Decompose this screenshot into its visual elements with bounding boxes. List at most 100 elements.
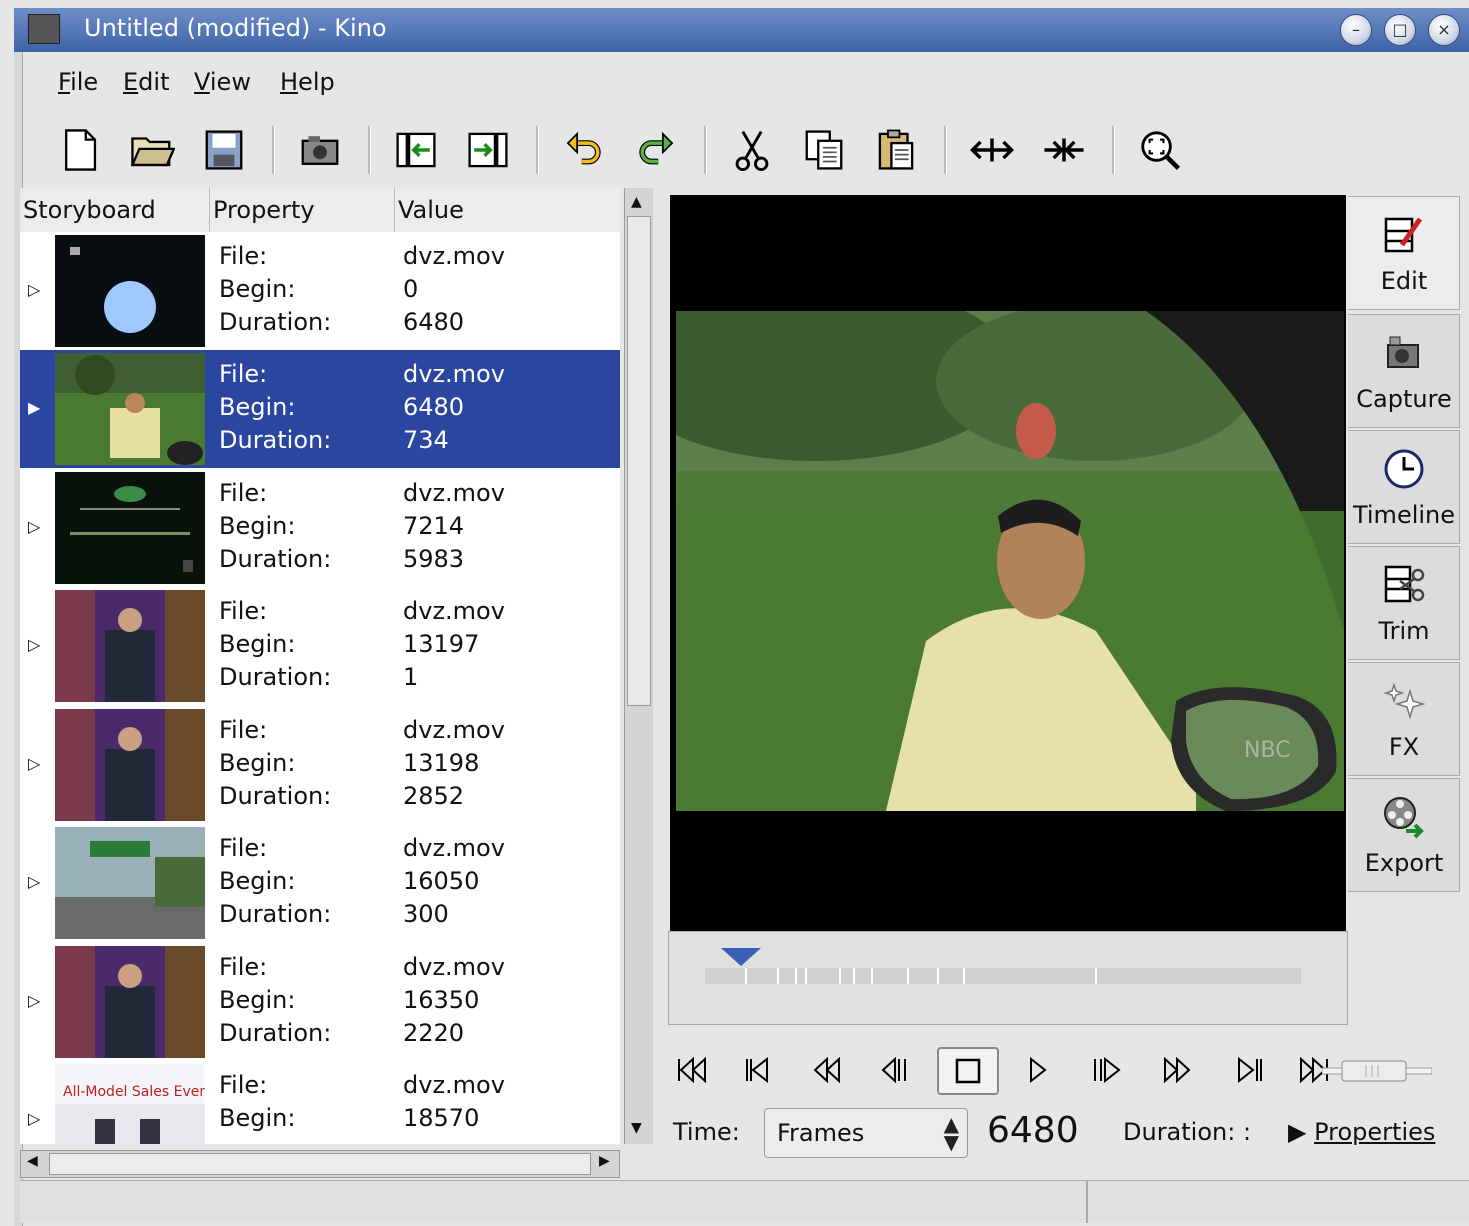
app-icon[interactable] xyxy=(28,14,60,44)
storyboard-row[interactable]: ▷ File: dvz.mov Begin: 13198 Duration: 2… xyxy=(20,706,620,824)
tab-capture[interactable]: Capture xyxy=(1348,314,1460,428)
property-label: File: xyxy=(219,360,268,388)
tab-trim[interactable]: Trim xyxy=(1348,546,1460,660)
expander-icon[interactable]: ▷ xyxy=(28,280,40,299)
tab-edit[interactable]: Edit xyxy=(1348,196,1460,310)
clock-icon xyxy=(1384,449,1424,489)
storyboard-horizontal-scrollbar[interactable]: ◀ ▶ xyxy=(20,1150,620,1178)
tab-timeline[interactable]: Timeline xyxy=(1348,430,1460,544)
property-label: Begin: xyxy=(219,1104,296,1132)
tab-label: Edit xyxy=(1380,267,1428,295)
expander-icon[interactable]: ▶ xyxy=(28,398,40,417)
prev-scene-icon[interactable] xyxy=(734,1048,782,1092)
toolbar-separator xyxy=(272,126,275,174)
scrollbar-thumb[interactable] xyxy=(627,216,651,706)
next-scene-icon[interactable] xyxy=(1226,1048,1274,1092)
property-label: Duration: xyxy=(219,782,332,810)
toolbar xyxy=(22,110,1469,188)
redo-icon[interactable] xyxy=(628,122,684,178)
duration-value: 6480 xyxy=(403,308,465,336)
scene-thumbnail xyxy=(55,590,205,702)
begin-value: 16350 xyxy=(403,986,480,1014)
zoom-fit-icon[interactable] xyxy=(1132,122,1188,178)
storyboard-row[interactable]: ▷ File: dvz.mov Begin: 16050 Duration: 3… xyxy=(20,824,620,942)
expander-icon[interactable]: ▷ xyxy=(28,991,40,1010)
tab-fx[interactable]: FX xyxy=(1348,662,1460,776)
expander-icon[interactable]: ▷ xyxy=(28,872,40,891)
toolbar-separator xyxy=(944,126,947,174)
maximize-icon[interactable]: □ xyxy=(1384,14,1416,46)
save-icon[interactable] xyxy=(196,122,252,178)
menu-file[interactable]: File xyxy=(58,68,98,96)
back-frame-icon[interactable] xyxy=(872,1048,920,1092)
cut-icon[interactable] xyxy=(724,122,780,178)
scroll-left-icon[interactable]: ◀ xyxy=(27,1153,38,1169)
expander-icon[interactable]: ▷ xyxy=(28,1109,40,1128)
scene-scrub-bar[interactable] xyxy=(705,968,1301,984)
insert-after-icon[interactable] xyxy=(460,122,516,178)
undo-icon[interactable] xyxy=(556,122,612,178)
new-icon[interactable] xyxy=(52,122,108,178)
properties-expander[interactable]: ▶ Properties xyxy=(1288,1118,1435,1146)
join-scenes-icon[interactable] xyxy=(1036,122,1092,178)
storyboard-row[interactable]: ▷ File: dvz.mov Begin: 16350 Duration: 2… xyxy=(20,943,620,1061)
tab-label: Capture xyxy=(1356,385,1452,413)
edit-icon xyxy=(1384,217,1423,253)
time-format-select[interactable]: Frames ▲ ▼ xyxy=(764,1108,968,1158)
menu-view[interactable]: View xyxy=(194,68,251,96)
scene-thumbnail xyxy=(55,827,205,939)
snapshot-icon[interactable] xyxy=(292,122,348,178)
storyboard-row[interactable]: ▷ File: dvz.mov Begin: 13197 Duration: 1 xyxy=(20,587,620,705)
tab-label: Timeline xyxy=(1352,501,1456,529)
playhead-marker[interactable] xyxy=(721,948,761,966)
tab-export[interactable]: Export xyxy=(1348,778,1460,892)
split-scene-icon[interactable] xyxy=(964,122,1020,178)
menu-help[interactable]: Help xyxy=(280,68,335,96)
scrubber-panel xyxy=(668,931,1348,1025)
stop-icon[interactable] xyxy=(937,1047,999,1095)
property-label: Begin: xyxy=(219,630,296,658)
minimize-icon[interactable]: – xyxy=(1340,14,1372,46)
play-icon[interactable] xyxy=(1014,1048,1062,1092)
close-icon[interactable]: × xyxy=(1428,14,1460,46)
column-storyboard[interactable]: Storyboard xyxy=(20,188,210,232)
forward-frame-icon[interactable] xyxy=(1082,1048,1130,1092)
expander-icon[interactable]: ▷ xyxy=(28,635,40,654)
property-label: Duration: xyxy=(219,426,332,454)
duration-value: 5983 xyxy=(403,545,465,573)
storyboard-row[interactable]: ▷ File: dvz.mov Begin: 7214 Duration: 59… xyxy=(20,469,620,587)
duration-value: 2220 xyxy=(403,1019,465,1047)
insert-before-icon[interactable] xyxy=(388,122,444,178)
menu-edit[interactable]: Edit xyxy=(123,68,169,96)
start-icon[interactable] xyxy=(668,1048,716,1092)
file-value: dvz.mov xyxy=(403,242,505,270)
property-label: Duration: xyxy=(219,308,332,336)
scroll-up-icon[interactable]: ▲ xyxy=(631,194,642,210)
begin-value: 13197 xyxy=(403,630,480,658)
rewind-icon[interactable] xyxy=(802,1048,850,1092)
storyboard-row[interactable]: ▷ File: dvz.mov Begin: 0 Duration: 6480 xyxy=(20,232,620,350)
storyboard-row-selected[interactable]: ▶ File: dvz.mov Begin: 6480 Duration: 73… xyxy=(20,350,620,468)
storyboard-vertical-scrollbar[interactable]: ▲ ▼ xyxy=(624,188,653,1144)
fast-forward-icon[interactable] xyxy=(1154,1048,1202,1092)
open-icon[interactable] xyxy=(124,122,180,178)
storyboard-header: Storyboard Property Value xyxy=(20,188,620,233)
paste-icon[interactable] xyxy=(868,122,924,178)
expander-icon[interactable]: ▷ xyxy=(28,754,40,773)
copy-icon[interactable] xyxy=(796,122,852,178)
title-bar[interactable]: Untitled (modified) - Kino – □ × xyxy=(14,8,1469,52)
scroll-down-icon[interactable]: ▼ xyxy=(631,1120,642,1136)
column-property[interactable]: Property xyxy=(210,188,395,232)
spin-arrows-icon: ▲ ▼ xyxy=(943,1112,959,1154)
storyboard-list[interactable]: ▷ File: dvz.mov Begin: 0 Duration: 6480 … xyxy=(20,232,620,1144)
column-value[interactable]: Value xyxy=(395,188,620,232)
video-frame: NBC xyxy=(676,311,1344,811)
property-label: File: xyxy=(219,242,268,270)
scrollbar-thumb[interactable] xyxy=(49,1153,591,1175)
storyboard-row[interactable]: ▷ All-Model Sales Event File: dvz.mov Be… xyxy=(20,1061,620,1144)
expander-icon[interactable]: ▷ xyxy=(28,517,40,536)
property-label: File: xyxy=(219,479,268,507)
scroll-right-icon[interactable]: ▶ xyxy=(599,1153,610,1169)
shuttle-slider[interactable] xyxy=(1322,1060,1432,1082)
duration-value: 300 xyxy=(403,900,449,928)
